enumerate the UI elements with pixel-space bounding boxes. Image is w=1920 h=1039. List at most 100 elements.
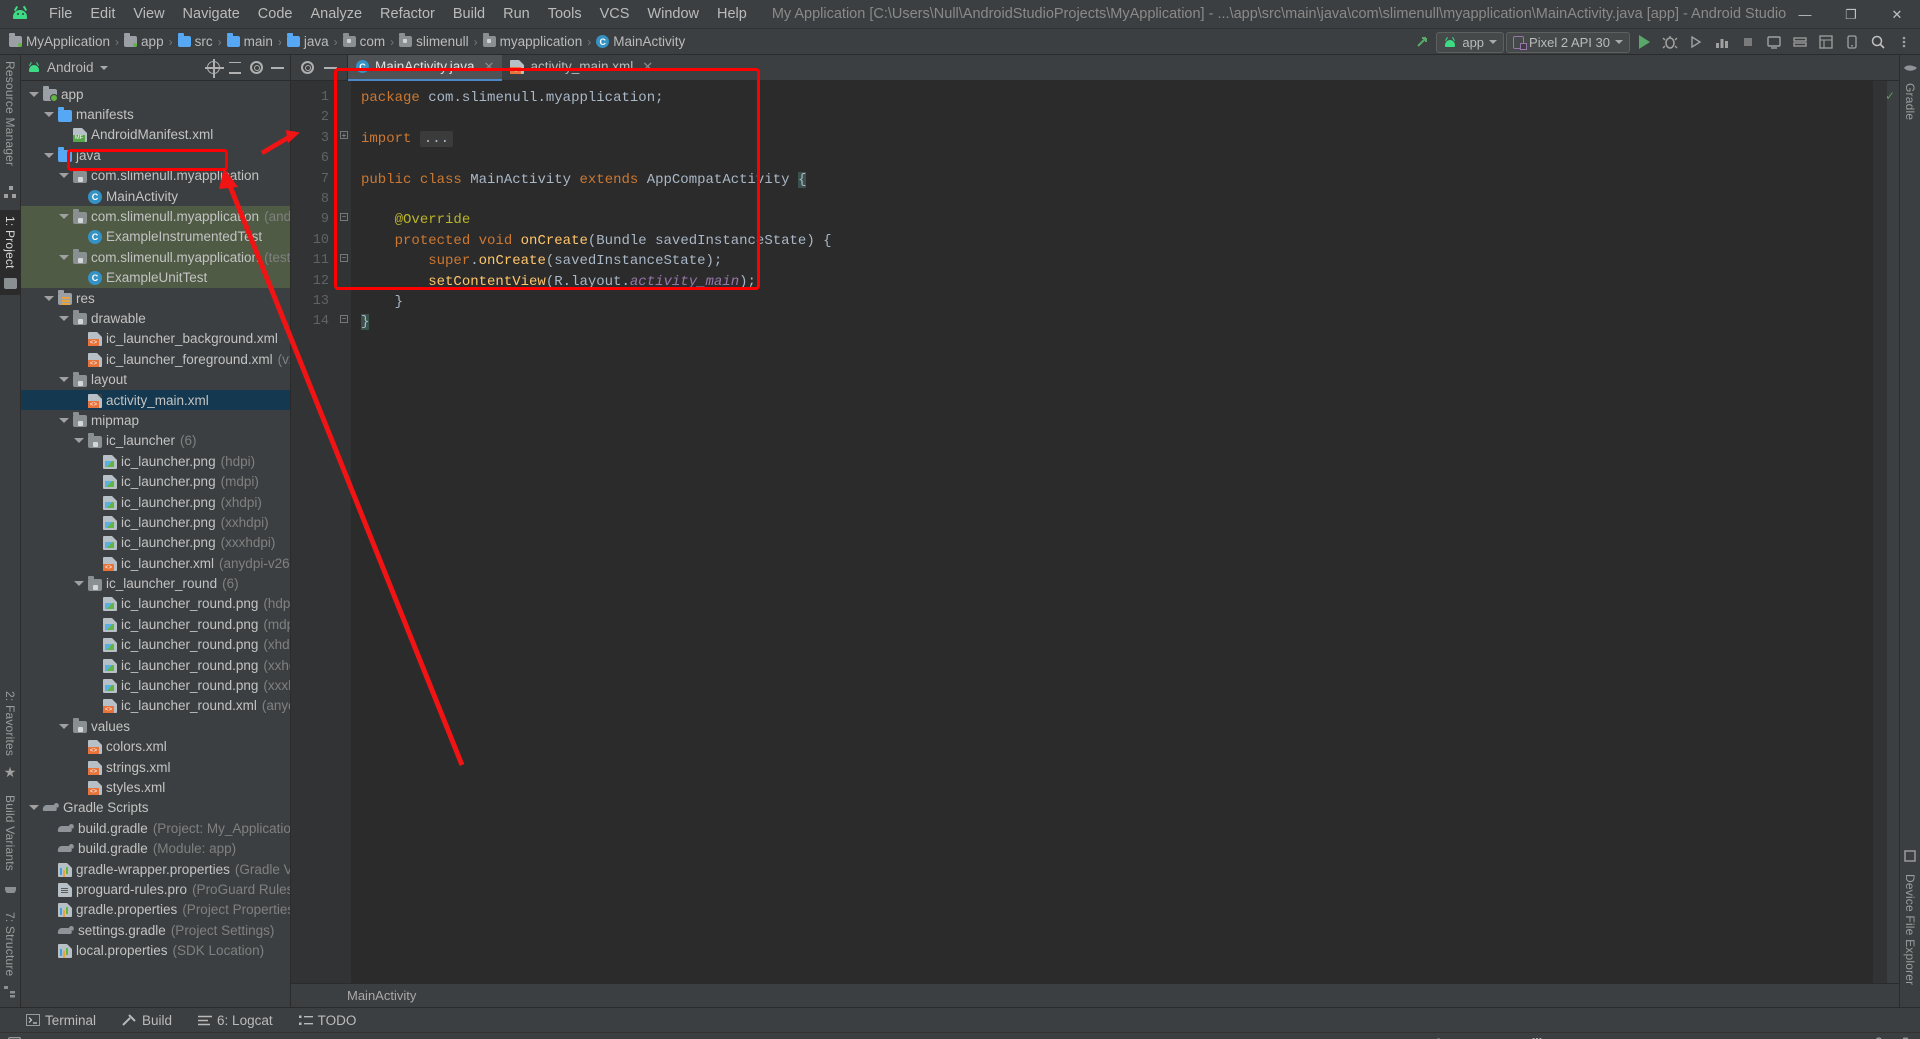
tree-item[interactable]: ic_launcher_round (6) [21, 573, 290, 593]
code-content[interactable]: package com.slimenull.myapplication; imp… [351, 81, 1873, 983]
tree-item[interactable]: gradle.properties (Project Properties) [21, 900, 290, 920]
tree-item[interactable]: ic_launcher.xml(anydpi-v26) [21, 553, 290, 573]
layout-inspector-button[interactable] [1814, 31, 1838, 53]
code-line[interactable]: @Override [351, 210, 1873, 230]
tree-item[interactable]: layout [21, 369, 290, 389]
sidebar-item-project[interactable]: 1: Project [0, 210, 20, 275]
chevron-down-icon[interactable] [59, 173, 69, 179]
gear-icon[interactable] [301, 61, 314, 74]
tree-item[interactable]: ic_launcher.png (xxxhdpi) [21, 533, 290, 553]
tree-item[interactable]: activity_main.xml [21, 389, 290, 411]
sidebar-item-favorites[interactable]: 2: Favorites [0, 685, 20, 762]
tool-todo[interactable]: TODO [295, 1011, 361, 1030]
fold-collapse-icon[interactable]: − [340, 315, 348, 323]
tree-item[interactable]: ic_launcher_round.png(hdpi) [21, 594, 290, 614]
search-everywhere-icon[interactable] [1866, 31, 1890, 53]
menu-build[interactable]: Build [444, 2, 494, 26]
breadcrumb-app[interactable]: app [121, 32, 167, 51]
tool-logcat[interactable]: 6: Logcat [194, 1011, 277, 1030]
profile-button[interactable] [1710, 31, 1734, 53]
menu-run[interactable]: Run [494, 2, 539, 26]
code-line[interactable]: } [351, 312, 1873, 332]
tree-item[interactable]: build.gradle (Project: My_Application) [21, 818, 290, 838]
chevron-down-icon[interactable] [74, 581, 84, 587]
tree-item[interactable]: C ExampleUnitTest [21, 267, 290, 288]
tool-terminal[interactable]: Terminal [22, 1011, 100, 1030]
code-line[interactable]: public class MainActivity extends AppCom… [351, 170, 1873, 190]
tree-item[interactable]: proguard-rules.pro(ProGuard Rules for ap… [21, 879, 290, 899]
menu-window[interactable]: Window [638, 2, 708, 26]
gear-icon[interactable] [250, 61, 263, 74]
code-line[interactable] [351, 149, 1873, 169]
tree-item[interactable]: settings.gradle (Project Settings) [21, 920, 290, 940]
close-icon[interactable]: ✕ [484, 59, 495, 75]
breadcrumb-myapplication[interactable]: myapplication [480, 32, 586, 51]
chevron-down-icon[interactable] [59, 214, 69, 220]
menu-code[interactable]: Code [249, 2, 302, 26]
tree-item[interactable]: colors.xml [21, 737, 290, 757]
breadcrumb-mainactivity[interactable]: C MainActivity [593, 32, 688, 51]
chevron-down-icon[interactable] [44, 112, 54, 118]
chevron-down-icon[interactable] [74, 438, 84, 444]
maximize-button[interactable]: ❐ [1828, 0, 1874, 29]
tree-item[interactable]: app [21, 84, 290, 104]
chevron-down-icon[interactable] [59, 377, 69, 383]
fold-expand-icon[interactable]: + [340, 131, 348, 140]
tree-item[interactable]: C MainActivity [21, 186, 290, 206]
menu-help[interactable]: Help [708, 2, 756, 26]
close-button[interactable]: ✕ [1874, 0, 1920, 29]
sdk-manager-button[interactable] [1788, 31, 1812, 53]
editor-tabs[interactable]: C MainActivity.java ✕ activity_main.xml ✕ [348, 54, 661, 81]
device-manager-button[interactable] [1840, 31, 1864, 53]
tree-item[interactable]: ic_launcher.png (xxhdpi) [21, 512, 290, 532]
chevron-down-icon[interactable] [29, 805, 39, 811]
tree-item[interactable]: ic_launcher_round.png(xxxhdpi) [21, 675, 290, 695]
avd-manager-button[interactable] [1762, 31, 1786, 53]
breadcrumb-slimenull[interactable]: slimenull [396, 32, 472, 51]
breadcrumb-src[interactable]: src [175, 32, 216, 51]
debug-button[interactable] [1658, 31, 1682, 53]
chevron-down-icon[interactable] [29, 91, 39, 97]
tree-item[interactable]: com.slimenull.myapplication [21, 166, 290, 186]
run-with-coverage-button[interactable] [1684, 31, 1708, 53]
code-editor[interactable]: 1 2 3 6 7 8 9 10 11 12 13 14 + − − − package com.sl… [291, 81, 1899, 983]
tree-item[interactable]: AndroidManifest.xml [21, 125, 290, 145]
tree-item[interactable]: com.slimenull.myapplication(test) [21, 247, 290, 268]
more-options-icon[interactable] [1892, 31, 1916, 53]
code-folding-column[interactable]: + − − − [337, 81, 351, 983]
tree-item[interactable]: gradle-wrapper.properties(Gradle Version… [21, 859, 290, 879]
menu-vcs[interactable]: VCS [591, 2, 639, 26]
menu-refactor[interactable]: Refactor [371, 2, 444, 26]
tree-item[interactable]: ic_launcher_round.xml(anydpi-v26) [21, 696, 290, 716]
tree-item[interactable]: values [21, 716, 290, 736]
tree-item[interactable]: C ExampleInstrumentedTest [21, 226, 290, 248]
hide-panel-icon[interactable] [324, 66, 337, 69]
editor-tab[interactable]: activity_main.xml ✕ [502, 55, 661, 81]
menu-file[interactable]: File [40, 2, 81, 26]
breadcrumb-java[interactable]: java [284, 32, 332, 51]
sidebar-item-device-file-explorer[interactable]: Device File Explorer [1900, 868, 1920, 991]
select-opened-file-icon[interactable] [205, 59, 224, 78]
chevron-down-icon[interactable] [59, 723, 69, 729]
chevron-down-icon[interactable] [44, 295, 54, 301]
tree-item[interactable]: build.gradle (Module: app) [21, 838, 290, 858]
fold-collapse-icon[interactable]: − [340, 254, 348, 262]
tree-item[interactable]: ic_launcher_foreground.xml (v24) [21, 349, 290, 369]
layout-inspector-button[interactable]: Layout Inspector [1528, 1035, 1655, 1039]
code-line[interactable]: setContentView(R.layout.activity_main); [351, 272, 1873, 292]
sidebar-item-gradle[interactable]: Gradle [1900, 77, 1920, 126]
stop-button[interactable] [1736, 31, 1760, 53]
project-view-selector[interactable]: Android [47, 60, 94, 75]
minimize-button[interactable]: — [1782, 0, 1828, 29]
tree-item[interactable]: ic_launcher_round.png(xhdpi) [21, 635, 290, 655]
chevron-down-icon[interactable] [59, 417, 69, 423]
tree-item[interactable]: ic_launcher_round.png(xxhdpi) [21, 655, 290, 675]
tree-item[interactable]: com.slimenull.myapplication(androidTest) [21, 206, 290, 227]
editor-tab[interactable]: C MainActivity.java ✕ [348, 54, 503, 81]
event-log-button[interactable]: Event Log [1427, 1035, 1514, 1039]
tree-item[interactable]: mipmap [21, 410, 290, 430]
sidebar-item-structure[interactable]: 7: Structure [0, 906, 20, 982]
project-tree[interactable]: app manifests AndroidManifest.xml java com.s… [21, 81, 290, 1007]
tool-build[interactable]: Build [118, 1011, 176, 1030]
sync-gradle-icon[interactable] [1410, 31, 1434, 53]
